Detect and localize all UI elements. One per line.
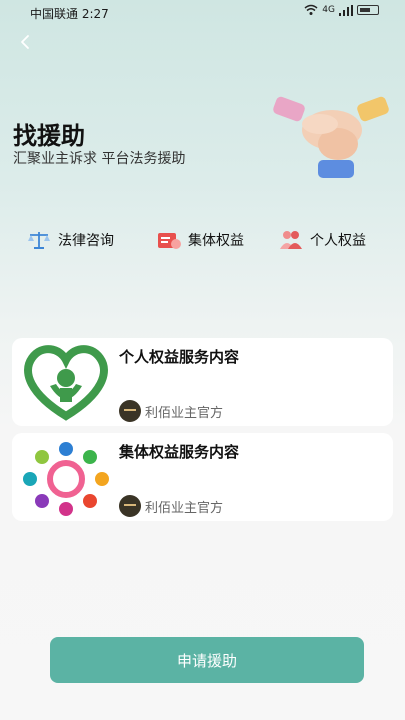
- author-name: 利佰业主官方: [145, 500, 224, 516]
- wifi-icon: [304, 4, 318, 15]
- document-icon: [158, 233, 181, 249]
- author-name: 利佰业主官方: [145, 405, 224, 421]
- apply-assistance-button[interactable]: 申请援助: [50, 637, 364, 683]
- back-button[interactable]: [16, 32, 36, 52]
- circle-of-people-logo: [23, 442, 109, 516]
- author-avatar: [119, 495, 141, 517]
- teamwork-hands-illustration: [273, 96, 389, 178]
- status-icons: 4G: [304, 4, 379, 16]
- status-bar: 中国联通 2:27 4G: [0, 0, 405, 24]
- category-legal-consult[interactable]: 法律咨询: [26, 226, 114, 254]
- author-avatar: [119, 400, 141, 422]
- chevron-left-icon: [21, 35, 29, 49]
- scale-icon: [28, 232, 50, 249]
- signal-icon: [339, 4, 353, 16]
- battery-icon: [357, 5, 379, 15]
- category-row: 法律咨询 集体权益 个人权益: [0, 226, 405, 254]
- category-label: 集体权益: [188, 233, 244, 249]
- service-card-collective[interactable]: 集体权益服务内容 利佰业主官方: [12, 433, 393, 521]
- category-label: 个人权益: [310, 233, 366, 249]
- category-label: 法律咨询: [58, 233, 114, 249]
- page-title: 找援助: [13, 122, 85, 150]
- card-author: 利佰业主官方: [119, 400, 223, 422]
- card-author: 利佰业主官方: [119, 495, 223, 517]
- heart-person-logo: [24, 345, 108, 421]
- service-card-personal[interactable]: 个人权益服务内容 利佰业主官方: [12, 338, 393, 426]
- card-title: 集体权益服务内容: [119, 443, 240, 461]
- app-screen: 中国联通 2:27 4G 找援助 汇聚业主诉求 平台法务援助 法律咨询 集体权益…: [0, 0, 405, 720]
- category-personal-rights[interactable]: 个人权益: [278, 226, 366, 254]
- network-type-label: 4G: [322, 5, 335, 15]
- page-subtitle: 汇聚业主诉求 平台法务援助: [13, 151, 186, 167]
- category-collective-rights[interactable]: 集体权益: [156, 226, 244, 254]
- card-title: 个人权益服务内容: [119, 348, 240, 366]
- people-icon: [280, 231, 302, 249]
- status-carrier-time: 中国联通 2:27: [30, 7, 109, 21]
